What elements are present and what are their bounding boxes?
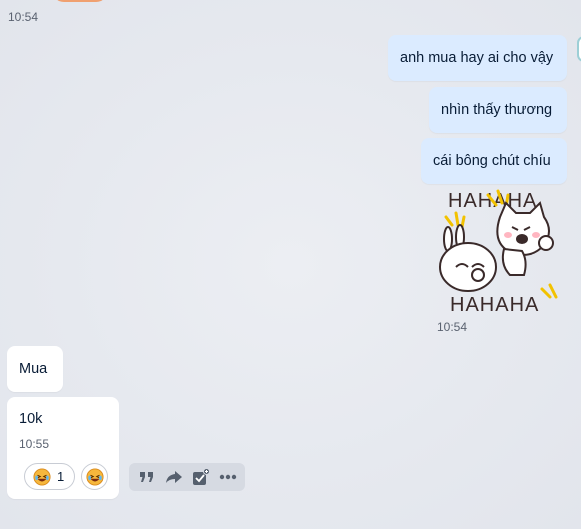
reaction-count: 1 [57, 469, 65, 484]
message-action-bar [129, 463, 245, 491]
message-text: nhìn thấy thương [441, 102, 553, 118]
forward-icon [165, 471, 182, 483]
message-text: cái bông chút chíu [433, 153, 551, 169]
sticker-bottom-text: HAHAHA [450, 294, 539, 315]
avatar[interactable] [52, 0, 108, 2]
message-text: 10k [19, 411, 43, 427]
chat-area: 10:54 anh mua hay ai cho vậy nhìn thấy t… [0, 0, 581, 529]
laughing-cat-bunny-sticker-icon: HAHAHA HAHAHA [439, 189, 558, 316]
message-timestamp: 10:54 [8, 10, 39, 24]
more-button[interactable] [217, 466, 239, 488]
add-reaction-button[interactable] [81, 463, 108, 490]
outgoing-message[interactable]: nhìn thấy thương [429, 87, 567, 133]
message-timestamp: 10:54 [437, 320, 468, 334]
message-text: anh mua hay ai cho vậy [400, 50, 554, 66]
reaction-badge[interactable]: 1 [24, 463, 75, 490]
outgoing-message[interactable]: anh mua hay ai cho vậy [388, 35, 567, 81]
message-text: Mua [19, 361, 48, 377]
outgoing-message[interactable]: cái bông chút chíu [421, 138, 567, 184]
sticker-message[interactable]: HAHAHA HAHAHA [438, 187, 566, 316]
quote-icon [139, 472, 153, 482]
quote-button[interactable] [136, 466, 158, 488]
avatar[interactable] [577, 36, 581, 62]
message-timestamp: 10:55 [19, 437, 50, 451]
laughing-emoji-icon [33, 467, 51, 486]
task-icon [192, 468, 210, 485]
laughing-emoji-icon [85, 467, 104, 486]
task-button[interactable] [190, 466, 212, 488]
incoming-message[interactable]: Mua [7, 346, 63, 392]
forward-button[interactable] [163, 466, 185, 488]
more-icon [219, 474, 236, 480]
